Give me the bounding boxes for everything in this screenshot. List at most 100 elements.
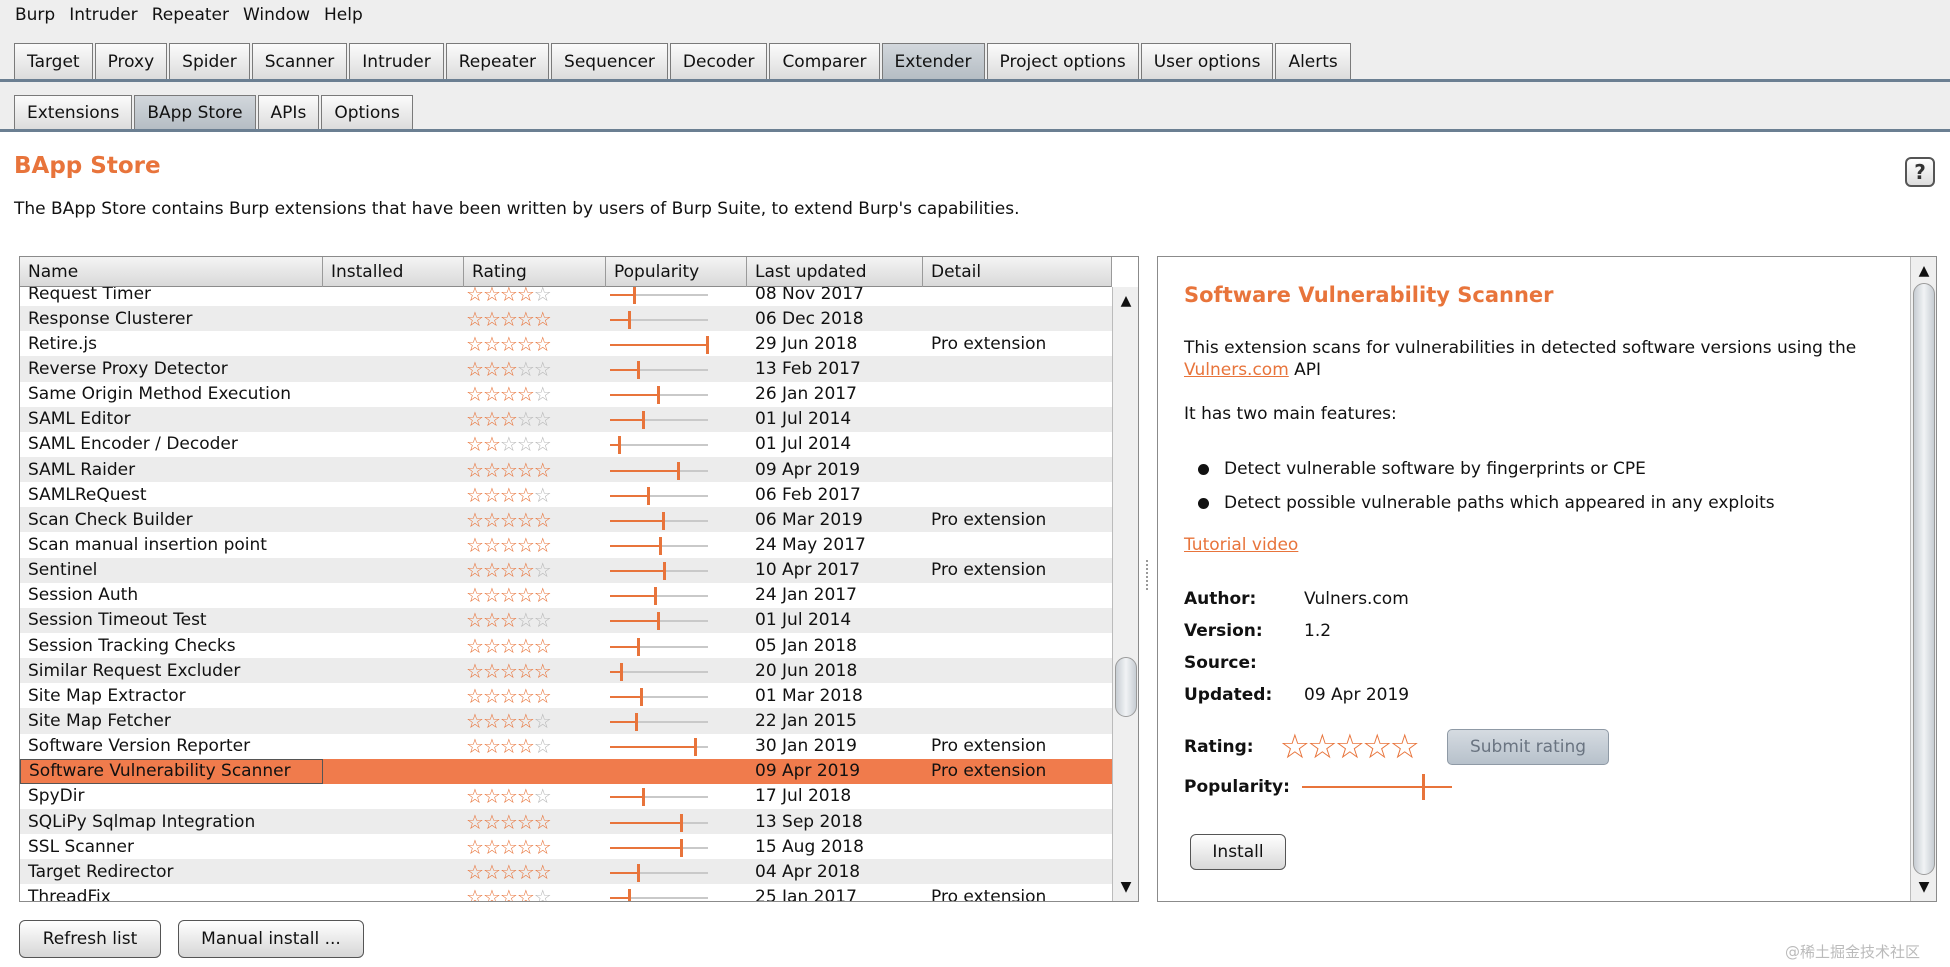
menu-window[interactable]: Window — [236, 5, 317, 25]
column-header-rating[interactable]: Rating — [464, 257, 606, 287]
popularity-marker — [640, 687, 644, 706]
star-icon[interactable]: ☆ — [1390, 727, 1421, 767]
tab-proxy[interactable]: Proxy — [94, 43, 168, 79]
star-icon[interactable]: ☆ — [1362, 727, 1393, 767]
table-row[interactable]: SAMLReQuest ☆ ☆ ☆ ☆ ☆ 06 Feb 2017 — [20, 482, 1112, 508]
table-row[interactable]: SSL Scanner ☆ ☆ ☆ ☆ ☆ 15 Aug 2018 — [20, 834, 1112, 860]
table-row[interactable]: Reverse Proxy Detector ☆ ☆ ☆ ☆ ☆ 13 Feb 2017 — [20, 356, 1112, 382]
table-row[interactable]: Software Version Reporter ☆ ☆ ☆ ☆ ☆ 30 Jan 201… — [20, 733, 1112, 759]
menu-intruder[interactable]: Intruder — [62, 5, 144, 25]
install-button[interactable]: Install — [1190, 834, 1286, 870]
row-popularity — [606, 407, 747, 432]
scroll-thumb[interactable] — [1115, 657, 1137, 717]
column-header-name[interactable]: Name — [20, 257, 323, 287]
tab-spider[interactable]: Spider — [169, 43, 250, 79]
popularity-marker — [658, 536, 662, 555]
star-icon[interactable]: ☆ — [1307, 727, 1338, 767]
table-scrollbar[interactable]: ▲ ▼ — [1112, 287, 1138, 901]
tab-decoder[interactable]: Decoder — [669, 43, 768, 79]
tab-apis[interactable]: APIs — [257, 95, 320, 129]
table-row[interactable]: Response Clusterer ☆ ☆ ☆ ☆ ☆ 06 Dec 2018 — [20, 306, 1112, 332]
watermark: @稀土掘金技术社区 — [1785, 943, 1921, 961]
star-icon: ☆ — [516, 482, 535, 507]
tab-sequencer[interactable]: Sequencer — [551, 43, 668, 79]
popularity-fill — [610, 419, 645, 422]
scroll-down-icon[interactable]: ▼ — [1116, 877, 1136, 897]
tutorial-video-link[interactable]: Tutorial video — [1184, 535, 1298, 555]
table-row[interactable]: Request Timer ☆ ☆ ☆ ☆ ☆ 08 Nov 2017 — [20, 287, 1112, 307]
table-row[interactable]: Target Redirector ☆ ☆ ☆ ☆ ☆ 04 Apr 2018 — [20, 859, 1112, 885]
table-row[interactable]: SAML Encoder / Decoder ☆ ☆ ☆ ☆ ☆ 01 Jul 2014 — [20, 431, 1112, 457]
tab-target[interactable]: Target — [14, 43, 93, 79]
star-icon: ☆ — [516, 884, 535, 901]
table-row[interactable]: SAML Editor ☆ ☆ ☆ ☆ ☆ 01 Jul 2014 — [20, 406, 1112, 432]
tab-comparer[interactable]: Comparer — [769, 43, 880, 79]
table-row[interactable]: Sentinel ☆ ☆ ☆ ☆ ☆ 10 Apr 2017 Pro extension — [20, 557, 1112, 583]
table-row[interactable]: Session Timeout Test ☆ ☆ ☆ ☆ ☆ 01 Jul 2014 — [20, 607, 1112, 633]
star-icon[interactable]: ☆ — [1280, 727, 1311, 767]
tab-intruder[interactable]: Intruder — [349, 43, 444, 79]
submit-rating-button[interactable]: Submit rating — [1447, 729, 1610, 765]
table-row[interactable]: Session Tracking Checks ☆ ☆ ☆ ☆ ☆ 05 Jan 2018 — [20, 632, 1112, 659]
table-row[interactable]: SQLiPy Sqlmap Integration ☆ ☆ ☆ ☆ ☆ 13 Sep 201… — [20, 808, 1112, 835]
scroll-thumb[interactable] — [1913, 283, 1935, 875]
tab-user-options[interactable]: User options — [1140, 43, 1274, 79]
column-header-last-updated[interactable]: Last updated — [747, 257, 923, 287]
table-row[interactable]: Scan Check Builder ☆ ☆ ☆ ☆ ☆ 06 Mar 2019 Pro ex… — [20, 507, 1112, 533]
row-detail: Pro extension — [931, 736, 1047, 757]
tab-extensions[interactable]: Extensions — [14, 95, 133, 129]
menu-burp[interactable]: Burp — [8, 5, 62, 25]
vulners-link[interactable]: Vulners.com — [1184, 360, 1289, 380]
star-icon: ☆ — [466, 859, 484, 884]
table-row[interactable]: Same Origin Method Execution ☆ ☆ ☆ ☆ ☆ 26 Jan … — [20, 381, 1112, 407]
table-row[interactable]: Retire.js ☆ ☆ ☆ ☆ ☆ 29 Jun 2018 Pro extension — [20, 331, 1112, 357]
table-row[interactable]: Session Auth ☆ ☆ ☆ ☆ ☆ 24 Jan 2017 — [20, 582, 1112, 608]
scroll-up-icon[interactable]: ▲ — [1914, 261, 1934, 281]
tab-bapp-store[interactable]: BApp Store — [134, 95, 256, 129]
table-row[interactable]: Site Map Fetcher ☆ ☆ ☆ ☆ ☆ 22 Jan 2015 — [20, 708, 1112, 734]
table-row[interactable]: SAML Raider ☆ ☆ ☆ ☆ ☆ 09 Apr 2019 — [20, 456, 1112, 483]
manual-install-button[interactable]: Manual install ... — [178, 920, 364, 958]
tab-scanner[interactable]: Scanner — [251, 43, 348, 79]
table-row[interactable]: Similar Request Excluder ☆ ☆ ☆ ☆ ☆ 20 Jun 2018 — [20, 658, 1112, 684]
scroll-down-icon[interactable]: ▼ — [1914, 877, 1934, 897]
table-row[interactable]: Scan manual insertion point ☆ ☆ ☆ ☆ ☆ 24 May 2… — [20, 532, 1112, 558]
detail-scrollbar[interactable]: ▲ ▼ — [1910, 257, 1936, 901]
tab-extender[interactable]: Extender — [881, 43, 985, 79]
row-detail — [923, 859, 1112, 884]
rating-stars-input[interactable]: ☆☆☆☆☆ — [1280, 727, 1421, 767]
tab-project-options[interactable]: Project options — [986, 43, 1139, 79]
star-icon: ☆ — [533, 507, 552, 532]
menu-repeater[interactable]: Repeater — [145, 5, 236, 25]
row-name: Software Version Reporter — [28, 736, 251, 757]
table-row[interactable]: Software Vulnerability Scanner☆☆☆☆☆09 Ap… — [20, 758, 1112, 784]
help-icon[interactable]: ? — [1905, 157, 1935, 187]
table-row[interactable]: Site Map Extractor ☆ ☆ ☆ ☆ ☆ 01 Mar 2018 — [20, 683, 1112, 709]
star-icon: ☆ — [499, 306, 518, 331]
popularity-marker — [619, 662, 623, 681]
tab-repeater[interactable]: Repeater — [445, 43, 550, 79]
row-detail — [923, 482, 1112, 507]
refresh-list-button[interactable]: Refresh list — [19, 920, 161, 958]
table-row[interactable]: ThreadFix ☆ ☆ ☆ ☆ ☆ 25 Jan 2017 Pro extension — [20, 884, 1112, 901]
scroll-up-icon[interactable]: ▲ — [1116, 291, 1136, 311]
tab-alerts[interactable]: Alerts — [1275, 43, 1351, 79]
column-header-popularity[interactable]: Popularity — [606, 257, 747, 287]
popularity-bar — [610, 838, 708, 857]
star-icon[interactable]: ☆ — [1335, 727, 1366, 767]
popularity-marker — [679, 813, 683, 832]
column-header-installed[interactable]: Installed — [323, 257, 464, 287]
tab-options[interactable]: Options — [321, 95, 413, 129]
star-icon: ☆ — [516, 708, 535, 733]
menu-help[interactable]: Help — [317, 5, 370, 25]
table-row[interactable]: SpyDir ☆ ☆ ☆ ☆ ☆ 17 Jul 2018 — [20, 783, 1112, 809]
bullet-icon — [1198, 463, 1209, 475]
star-icon: ☆ — [466, 708, 484, 733]
star-icon: ☆ — [482, 287, 501, 306]
row-name: Sentinel — [28, 560, 98, 581]
popularity-fill — [610, 746, 697, 749]
split-pane-divider[interactable] — [1146, 560, 1151, 590]
row-last-updated: 15 Aug 2018 — [755, 836, 864, 857]
version-value: 1.2 — [1304, 621, 1332, 641]
column-header-detail[interactable]: Detail — [923, 257, 1112, 287]
